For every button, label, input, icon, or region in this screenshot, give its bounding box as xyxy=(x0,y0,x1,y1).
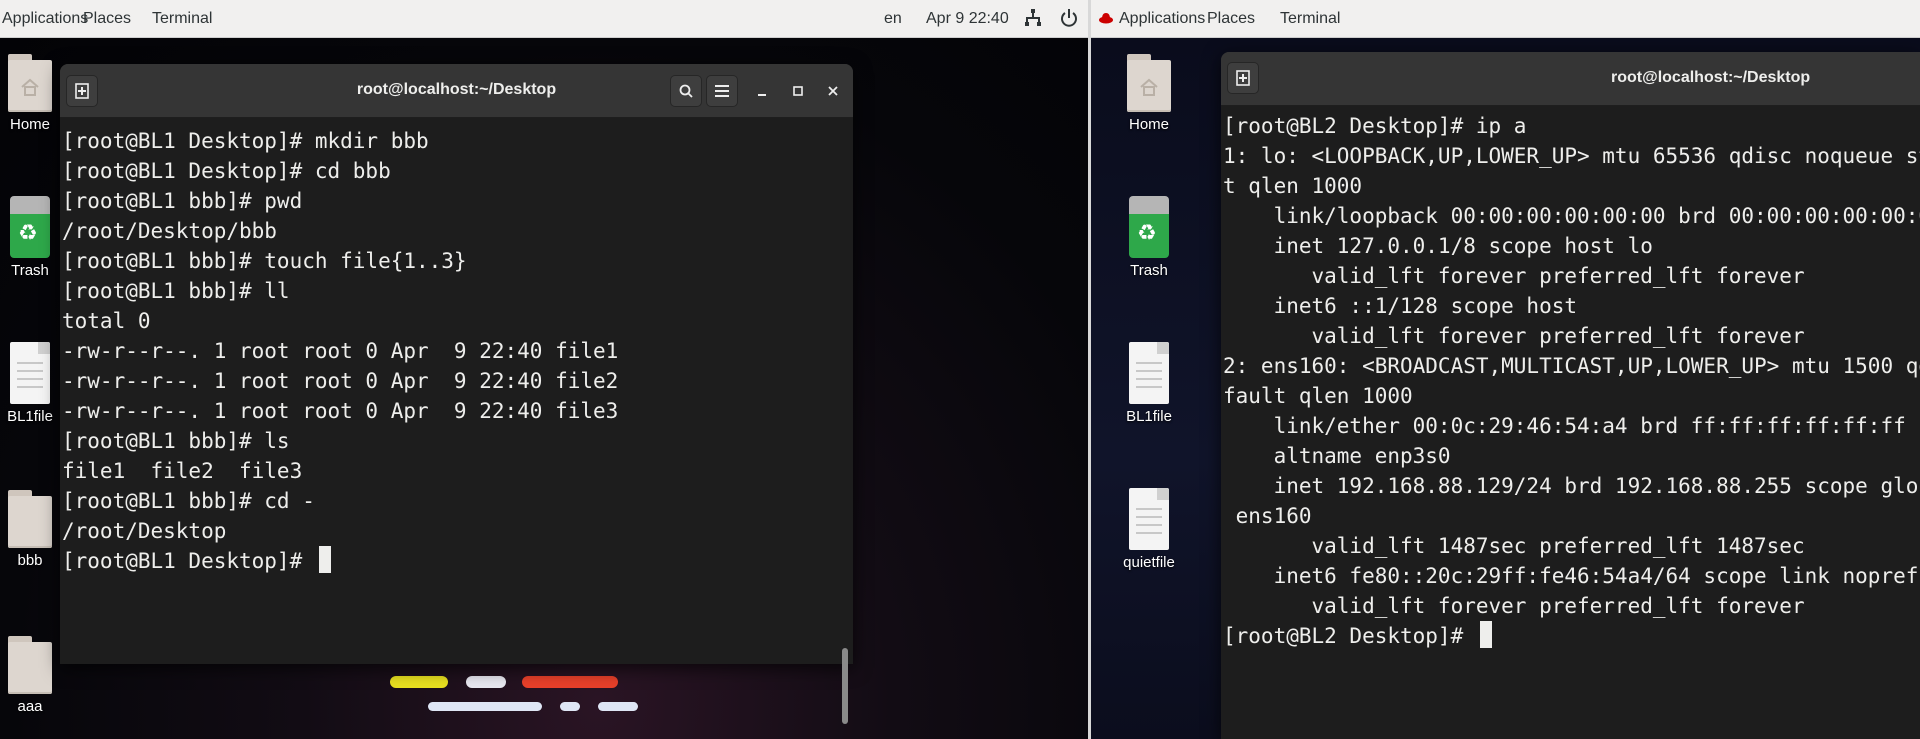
terminal-line: valid_lft forever preferred_lft forever xyxy=(1223,324,1805,348)
new-tab-icon xyxy=(1236,70,1250,86)
home-folder-icon xyxy=(1127,54,1171,112)
maximize-icon xyxy=(793,86,803,96)
text-cursor xyxy=(1479,621,1492,648)
terminal-line: valid_lft forever preferred_lft forever xyxy=(1223,264,1805,288)
window-title: root@localhost:~/Desktop xyxy=(1611,69,1811,86)
terminal-line: inet6 ::1/128 scope host xyxy=(1223,294,1578,318)
wallpaper-light-red xyxy=(522,676,618,688)
terminal-line: altname enp3s0 xyxy=(1223,444,1451,468)
folder-icon xyxy=(8,490,52,548)
terminal-line: ens160 xyxy=(1223,504,1312,528)
shell-prompt: [root@BL1 Desktop]# xyxy=(62,549,315,573)
terminal-titlebar[interactable]: root@localhost:~/Desktop xyxy=(60,64,853,118)
terminal-app-menu[interactable]: Terminal xyxy=(152,10,212,28)
folder-icon xyxy=(8,636,52,694)
terminal-line: [root@BL1 bbb]# ls xyxy=(62,429,290,453)
wallpaper-light-yellow xyxy=(390,676,448,688)
applications-menu[interactable]: Applications xyxy=(2,10,88,28)
desktop-icon-label: aaa xyxy=(17,698,43,715)
terminal-output[interactable]: [root@BL2 Desktop]# ip a 1: lo: <LOOPBAC… xyxy=(1221,106,1920,739)
network-icon[interactable] xyxy=(1024,8,1042,33)
text-cursor xyxy=(318,546,331,573)
terminal-line: [root@BL1 bbb]# ll xyxy=(62,279,290,303)
applications-menu[interactable]: Applications xyxy=(1119,10,1205,28)
terminal-line: /root/Desktop/bbb xyxy=(62,219,277,243)
desktop-icon-quietfile[interactable]: quietfile xyxy=(1109,488,1189,571)
new-tab-button[interactable] xyxy=(1227,62,1259,94)
hamburger-icon xyxy=(715,85,729,97)
home-folder-icon xyxy=(8,54,52,112)
language-indicator[interactable]: en xyxy=(884,10,902,28)
desktop-icon-label: BL1file xyxy=(1126,408,1172,425)
text-file-icon xyxy=(10,342,50,404)
desktop-icon-trash[interactable]: ♻ Trash xyxy=(1109,196,1189,279)
terminal-line: total 0 xyxy=(62,309,151,333)
right-screen: Applications Places Terminal Home ♻ Tras… xyxy=(1091,0,1920,739)
terminal-prompt-line[interactable]: [root@BL2 Desktop]# xyxy=(1223,621,1920,651)
left-screen: Applications Places Terminal en Apr 9 22… xyxy=(0,0,1088,739)
terminal-line: [root@BL1 Desktop]# mkdir bbb xyxy=(62,129,429,153)
terminal-line: valid_lft 1487sec preferred_lft 1487sec xyxy=(1223,534,1805,558)
terminal-line: 1: lo: <LOOPBACK,UP,LOWER_UP> mtu 65536 … xyxy=(1223,144,1920,168)
terminal-line: [root@BL1 bbb]# cd - xyxy=(62,489,315,513)
terminal-line: inet 192.168.88.129/24 brd 192.168.88.25… xyxy=(1273,474,1920,498)
search-icon xyxy=(679,84,693,98)
red-hat-icon[interactable] xyxy=(1099,11,1113,30)
terminal-line: [root@BL1 Desktop]# cd bbb xyxy=(62,159,391,183)
wallpaper-light-blue-3 xyxy=(598,702,638,711)
terminal-line: inet6 fe80::20c:29ff:fe46:54a4/64 scope … xyxy=(1273,564,1920,588)
terminal-titlebar[interactable]: root@localhost:~/Desktop xyxy=(1221,52,1920,106)
menu-button[interactable] xyxy=(706,75,738,107)
terminal-app-menu[interactable]: Terminal xyxy=(1280,10,1340,28)
terminal-line: [root@BL2 Desktop]# ip a xyxy=(1223,114,1527,138)
wallpaper-light-blue-1 xyxy=(428,702,542,711)
scrollbar[interactable] xyxy=(841,128,849,724)
close-button[interactable] xyxy=(820,78,846,104)
desktop-icon-label: Trash xyxy=(1130,262,1168,279)
minimize-button[interactable] xyxy=(749,78,775,104)
top-bar: Applications Places Terminal en Apr 9 22… xyxy=(0,0,1088,38)
terminal-line: valid_lft forever preferred_lft forever xyxy=(1223,594,1805,618)
terminal-line: link/loopback 00:00:00:00:00:00 brd 00:0… xyxy=(1223,204,1920,228)
terminal-line: inet 127.0.0.1/8 scope host lo xyxy=(1223,234,1653,258)
clock[interactable]: Apr 9 22:40 xyxy=(926,10,1009,28)
text-file-icon xyxy=(1129,488,1169,550)
terminal-line: link/ether 00:0c:29:46:54:a4 brd ff:ff:f… xyxy=(1223,414,1906,438)
power-icon[interactable] xyxy=(1060,8,1078,33)
terminal-window[interactable]: root@localhost:~/Desktop [root@BL1 Deskt… xyxy=(60,64,853,724)
terminal-line: -rw-r--r--. 1 root root 0 Apr 9 22:40 fi… xyxy=(62,399,619,423)
terminal-line: fault qlen 1000 xyxy=(1223,384,1413,408)
terminal-line: -rw-r--r--. 1 root root 0 Apr 9 22:40 fi… xyxy=(62,369,619,393)
terminal-prompt-line[interactable]: [root@BL1 Desktop]# xyxy=(62,546,853,576)
maximize-button[interactable] xyxy=(785,78,811,104)
desktop-icon-label: Home xyxy=(1128,116,1169,133)
trash-icon: ♻ xyxy=(10,196,50,258)
desktop-icon-bl1file[interactable]: BL1file xyxy=(1109,342,1189,425)
desktop-icon-label: quietfile xyxy=(1123,554,1175,571)
terminal-line: -rw-r--r--. 1 root root 0 Apr 9 22:40 fi… xyxy=(62,339,619,363)
terminal-line: file1 file2 file3 xyxy=(62,459,303,483)
scrollbar-thumb[interactable] xyxy=(842,648,848,724)
wallpaper-light-white xyxy=(466,676,506,688)
search-button[interactable] xyxy=(670,75,702,107)
terminal-line: t qlen 1000 xyxy=(1223,174,1363,198)
minimize-icon xyxy=(758,94,766,96)
top-bar: Applications Places Terminal xyxy=(1091,0,1920,38)
terminal-line: 2: ens160: <BROADCAST,MULTICAST,UP,LOWER… xyxy=(1223,354,1920,378)
terminal-window[interactable]: root@localhost:~/Desktop [root@BL2 Deskt… xyxy=(1221,52,1920,739)
places-menu[interactable]: Places xyxy=(83,10,131,28)
terminal-line: [root@BL1 bbb]# touch file{1..3} xyxy=(62,249,467,273)
wallpaper-light-blue-2 xyxy=(560,702,580,711)
trash-icon: ♻ xyxy=(1129,196,1169,258)
close-icon xyxy=(828,86,838,96)
places-menu[interactable]: Places xyxy=(1207,10,1255,28)
terminal-output[interactable]: [root@BL1 Desktop]# mkdir bbb [root@BL1 … xyxy=(60,118,853,664)
desktop-icon-home[interactable]: Home xyxy=(1109,54,1189,133)
shell-prompt: [root@BL2 Desktop]# xyxy=(1223,624,1476,648)
terminal-line: /root/Desktop xyxy=(62,519,227,543)
text-file-icon xyxy=(1129,342,1169,404)
terminal-line: [root@BL1 bbb]# pwd xyxy=(62,189,303,213)
